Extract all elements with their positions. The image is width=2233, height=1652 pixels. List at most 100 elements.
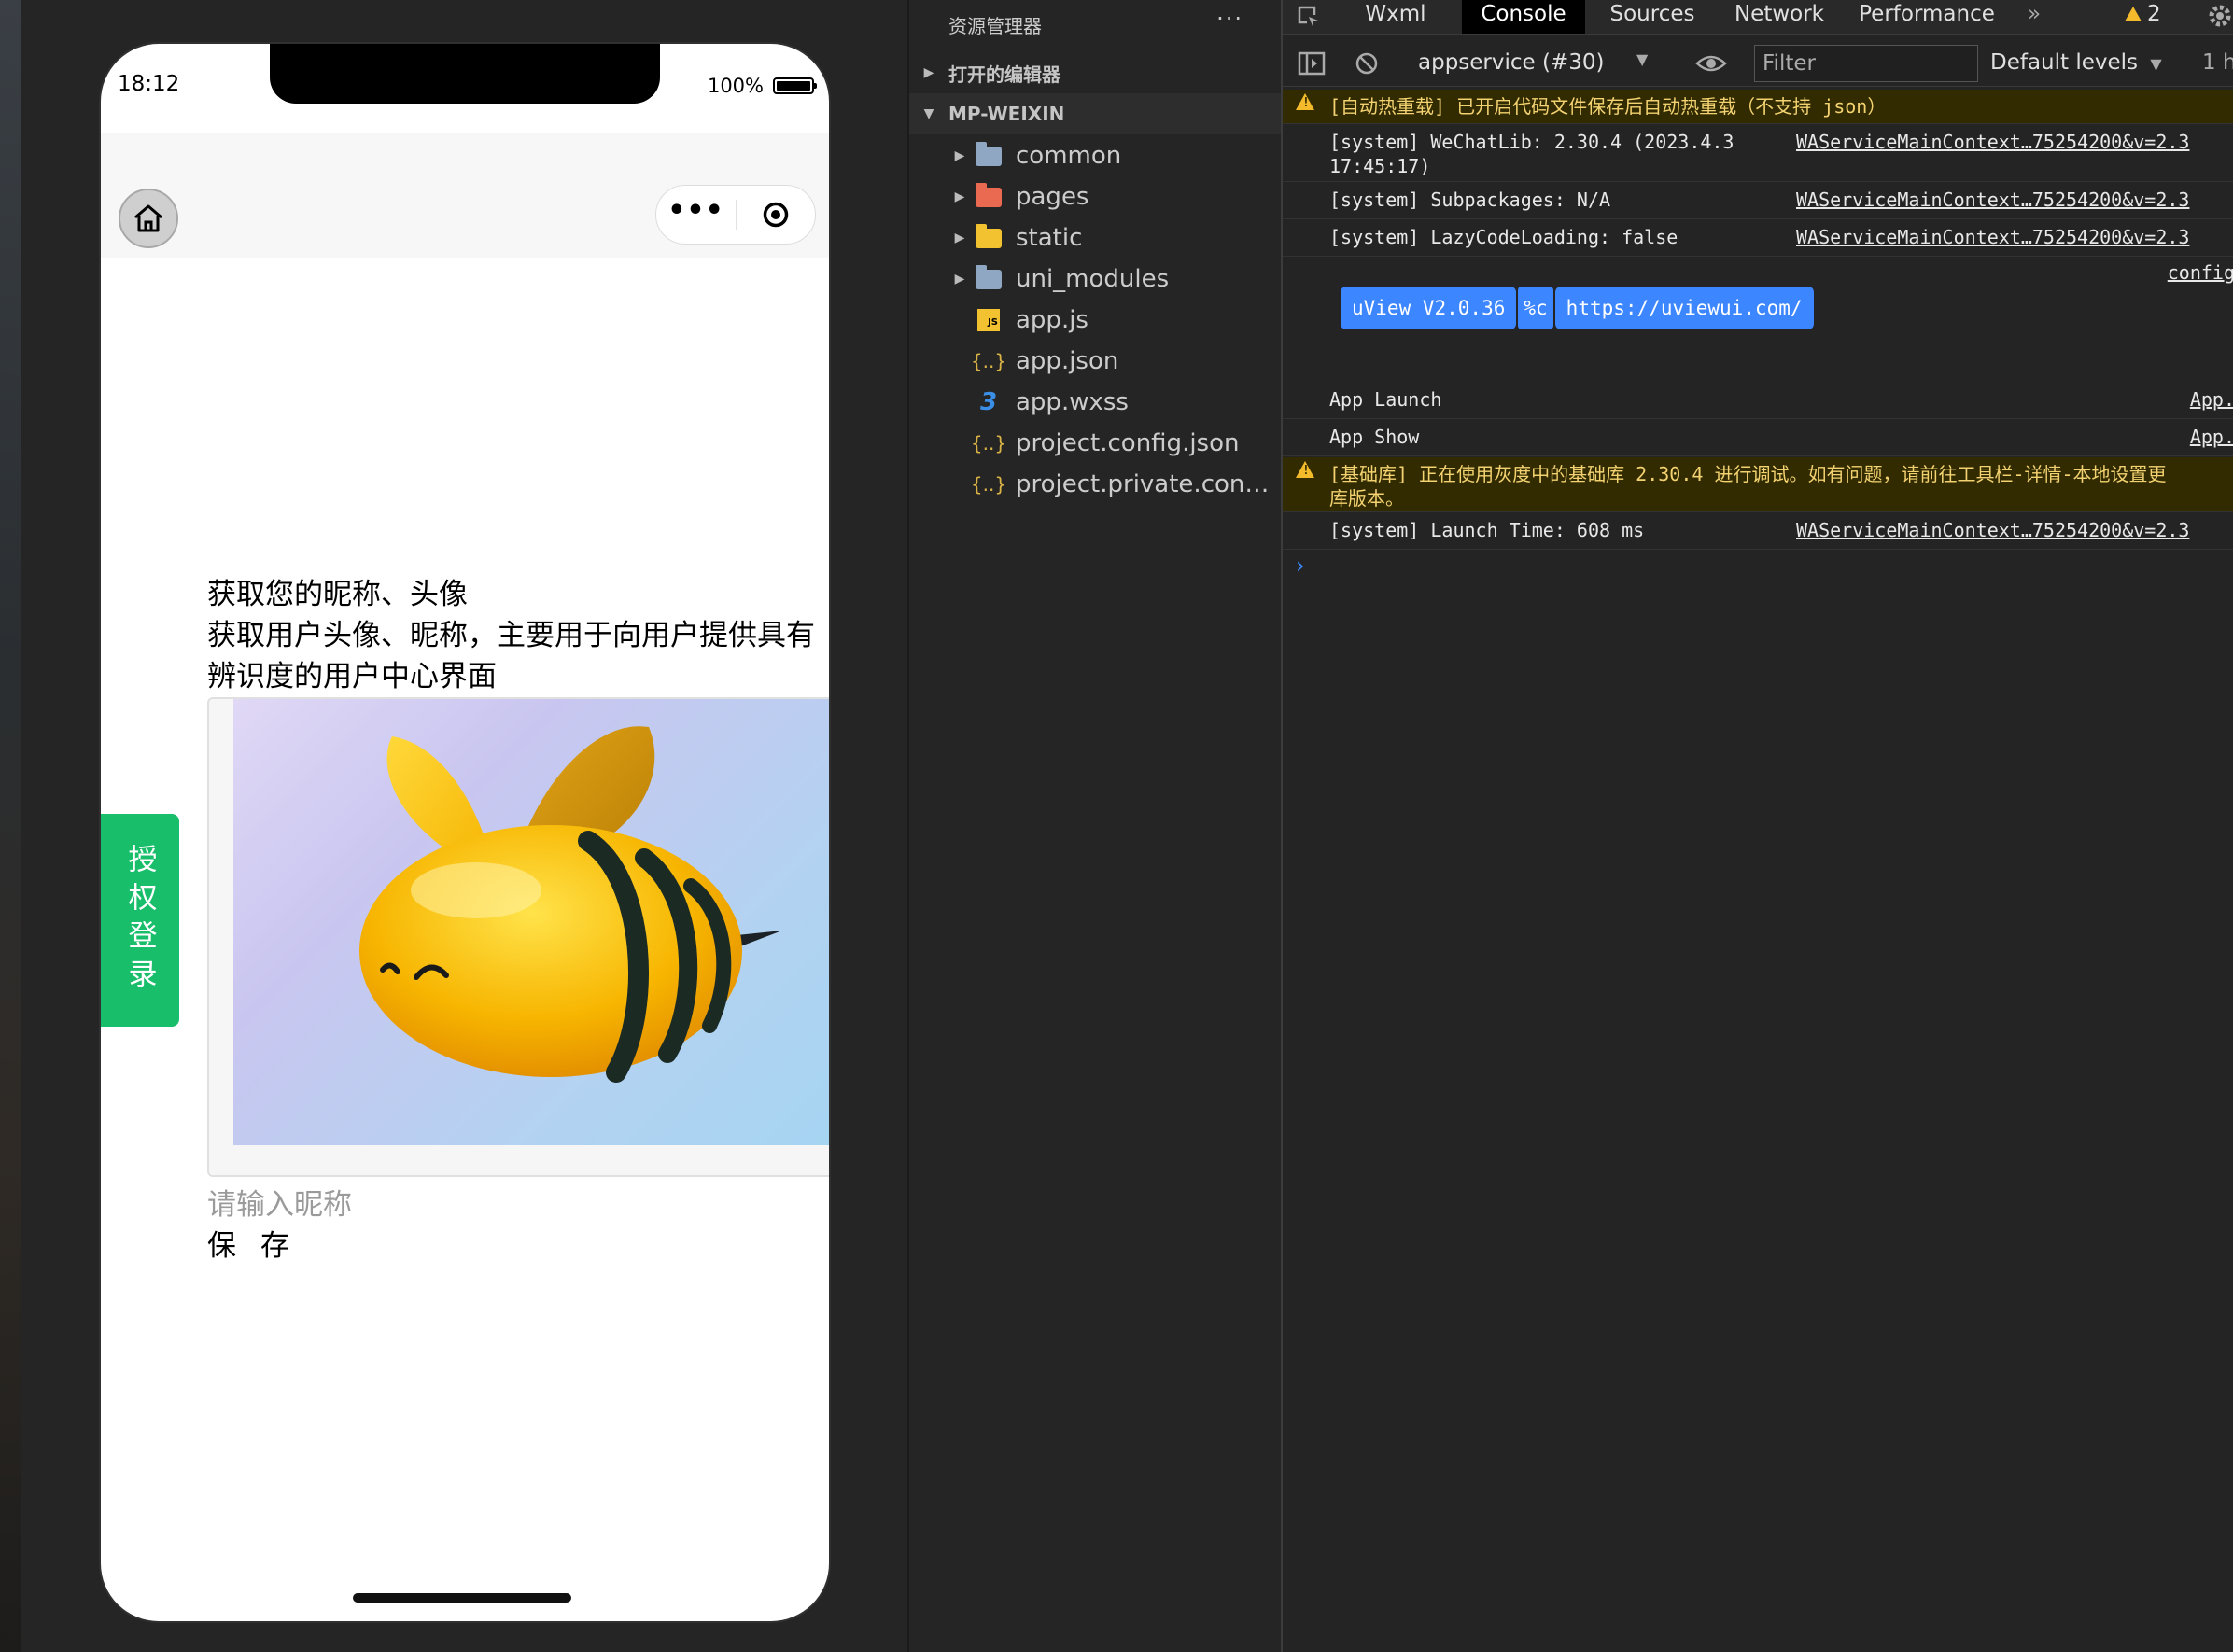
nickname-input[interactable]: 请输入昵称 [207, 1181, 352, 1223]
prompt-description: 获取用户头像、昵称，主要用于向用户提供具有辨识度的用户中心界面 [207, 619, 815, 693]
file-name: common [1016, 142, 1122, 170]
console-prompt[interactable]: › [1296, 553, 1305, 579]
json-file-icon: {..} [970, 432, 1007, 455]
config-source-link[interactable]: config [2168, 261, 2233, 284]
log-message: [system] Launch Time: 608 ms [1329, 519, 1645, 541]
battery-icon [773, 77, 817, 94]
log-message: [system] Subpackages: N/A [1329, 189, 1611, 211]
folder-static-icon [975, 223, 1003, 250]
log-source-link[interactable]: App. [2190, 425, 2233, 449]
close-miniprogram-button[interactable] [737, 201, 815, 229]
save-button[interactable]: 保 存 [207, 1222, 297, 1264]
file-tree-item[interactable]: ▶ uni_modules [909, 259, 1283, 300]
project-label: MP-WEIXIN [948, 103, 1065, 125]
log-source-link[interactable]: WAServiceMainContext…75254200&v=2.3 [1796, 225, 2189, 249]
mini-program-navbar: ••• [101, 133, 829, 258]
tab-performance[interactable]: Performance [1852, 0, 2001, 34]
explorer-more-button[interactable]: ··· [1216, 6, 1243, 32]
clear-console-icon[interactable] [1354, 50, 1380, 77]
file-name: app.wxss [1016, 388, 1129, 416]
chevron-right-icon: ▶ [954, 272, 965, 287]
choose-avatar-button[interactable] [207, 697, 829, 1177]
log-levels-label: Default levels [1990, 50, 2139, 75]
log-levels-dropdown[interactable]: Default levels ▼ [1990, 50, 2162, 75]
open-editors-label: 打开的编辑器 [948, 63, 1060, 86]
file-tree-item[interactable]: JS app.js [909, 300, 1283, 341]
dropdown-arrow-icon: ▼ [1636, 50, 1649, 68]
home-indicator [353, 1593, 571, 1603]
more-menu-button[interactable]: ••• [656, 197, 736, 225]
avatar-image [233, 699, 829, 1145]
phone-frame: 18:12 100% ••• 授权登录 获取您的昵称、头像 获取用户头像、昵称，… [101, 44, 829, 1621]
file-tree-item[interactable]: ▶ pages [909, 176, 1283, 217]
uview-format-badge: %c [1518, 287, 1553, 329]
tab-network[interactable]: Network [1725, 0, 1833, 34]
file-tree-item[interactable]: ▶ static [909, 217, 1283, 259]
log-message: [基础库] 正在使用灰度中的基础库 2.30.4 进行调试。如有问题，请前往工具… [1329, 463, 2167, 510]
file-tree-item[interactable]: {..} project.private.config... [909, 464, 1283, 505]
home-button[interactable] [119, 189, 178, 248]
authorize-login-tab[interactable]: 授权登录 [101, 814, 179, 1027]
log-source-link[interactable]: App. [2190, 387, 2233, 412]
uview-version-badge: uView V2.0.36 [1341, 287, 1517, 329]
console-warning-row: [基础库] 正在使用灰度中的基础库 2.30.4 进行调试。如有问题，请前往工具… [1283, 457, 2233, 512]
folder-pages-icon [975, 182, 1003, 209]
log-source-link[interactable]: WAServiceMainContext…75254200&v=2.3 [1796, 518, 2189, 542]
tab-wxml[interactable]: Wxml [1348, 0, 1443, 34]
warning-icon [1296, 461, 1314, 478]
file-name: app.js [1016, 306, 1088, 334]
log-source-link[interactable]: WAServiceMainContext…75254200&v=2.3 [1796, 130, 2189, 154]
tab-sources[interactable]: Sources [1600, 0, 1705, 34]
uview-banner: uView V2.0.36 %c https://uviewui.com/ [1341, 287, 1814, 329]
console-log-row: App Launch App. [1283, 383, 2233, 419]
log-source-link[interactable]: WAServiceMainContext…75254200&v=2.3 [1796, 188, 2189, 212]
log-message: [自动热重载] 已开启代码文件保存后自动热重载（不支持 json） [1329, 95, 1887, 118]
file-name: project.private.config... [1016, 470, 1281, 498]
target-icon [763, 202, 789, 228]
bee-illustration [359, 726, 782, 1083]
file-name: static [1016, 224, 1083, 252]
file-name: app.json [1016, 347, 1119, 375]
prompt-heading: 获取您的昵称、头像 [207, 578, 468, 611]
eye-icon[interactable] [1695, 52, 1727, 75]
console-log-row: [system] LazyCodeLoading: false WAService… [1283, 220, 2233, 257]
phone-notch [270, 44, 660, 104]
simulator-panel: 18:12 100% ••• 授权登录 获取您的昵称、头像 获取用户头像、昵称，… [0, 0, 907, 1652]
sidebar-toggle-icon[interactable] [1298, 50, 1326, 77]
open-editors-section[interactable]: ▶ 打开的编辑器 [909, 52, 1283, 93]
file-tree-item[interactable]: {..} app.json [909, 341, 1283, 382]
devtools-panel: Wxml Console Sources Network Performance… [1281, 0, 2233, 1652]
console-log-row: App Show App. [1283, 420, 2233, 456]
console-log-row: [system] WeChatLib: 2.30.4 (2023.4.3 17:… [1283, 125, 2233, 182]
file-tree-item[interactable]: ▶ common [909, 135, 1283, 176]
console-warning-row: [自动热重载] 已开启代码文件保存后自动热重载（不支持 json） [1283, 90, 2233, 124]
project-section[interactable]: ▼ MP-WEIXIN [909, 93, 1283, 134]
issues-count[interactable]: 1 h [2202, 50, 2233, 75]
folder-icon [975, 264, 1003, 291]
chevron-right-icon: ▶ [954, 148, 965, 163]
gear-icon[interactable] [2207, 3, 2233, 29]
file-tree-item[interactable]: {..} project.config.json [909, 423, 1283, 464]
warnings-counter[interactable]: 2 [2125, 2, 2161, 26]
folder-icon [975, 141, 1003, 168]
context-selector[interactable]: appservice (#30) ▼ [1418, 50, 1648, 75]
css-file-icon: 3 [979, 388, 998, 416]
tab-console[interactable]: Console [1462, 0, 1585, 34]
battery-percent: 100% [707, 75, 764, 97]
chevron-right-icon: ▶ [954, 231, 965, 245]
more-tabs-button[interactable]: » [2020, 0, 2048, 34]
filter-input[interactable]: Filter [1754, 45, 1978, 82]
console-log-row: [system] Subpackages: N/A WAServiceMainCo… [1283, 183, 2233, 219]
inspect-element-icon[interactable] [1296, 4, 1322, 30]
file-name: pages [1016, 183, 1089, 211]
explorer-title: 资源管理器 [948, 15, 1042, 37]
file-tree-item[interactable]: 3 app.wxss [909, 382, 1283, 423]
json-file-icon: {..} [970, 350, 1007, 372]
chevron-down-icon: ▼ [923, 106, 934, 121]
file-name: project.config.json [1016, 429, 1240, 457]
authorize-login-label: 授权登录 [122, 844, 157, 997]
log-message: [system] LazyCodeLoading: false [1329, 226, 1678, 248]
log-message: App Show [1329, 426, 1420, 448]
uview-url-link[interactable]: https://uviewui.com/ [1566, 297, 1803, 319]
uview-url-badge: https://uviewui.com/ [1554, 287, 1814, 329]
